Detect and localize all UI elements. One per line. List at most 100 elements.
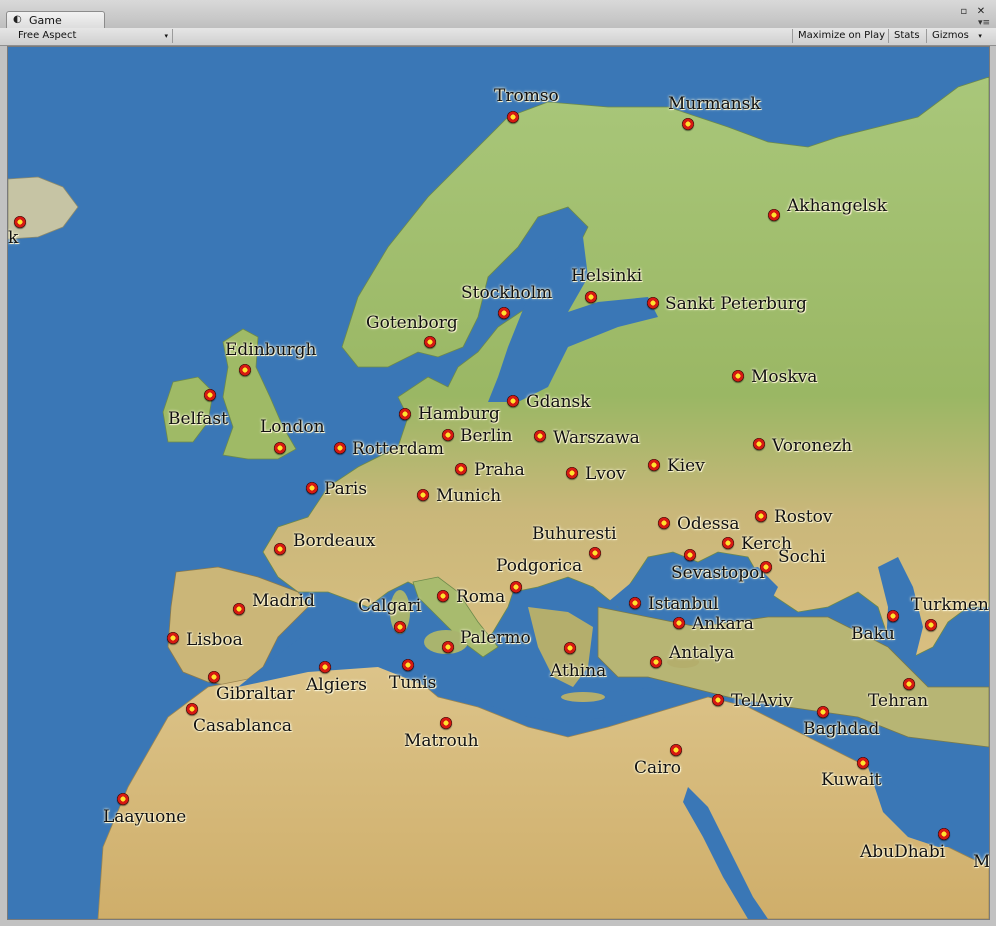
maximize-on-play-button[interactable]: Maximize on Play bbox=[792, 29, 890, 43]
city-marker-icon[interactable] bbox=[455, 463, 467, 475]
city-marker-icon[interactable] bbox=[712, 694, 724, 706]
city-marker-icon[interactable] bbox=[650, 656, 662, 668]
stats-button[interactable]: Stats bbox=[888, 29, 925, 43]
gizmos-button[interactable]: Gizmos ▾ bbox=[926, 29, 985, 43]
maximize-window-icon[interactable]: ▫ bbox=[957, 6, 971, 18]
city-label: Lvov bbox=[585, 464, 626, 484]
city-marker-icon[interactable] bbox=[647, 297, 659, 309]
city-label: Matrouh bbox=[404, 731, 479, 751]
city-marker-icon[interactable] bbox=[673, 617, 685, 629]
city-marker-icon[interactable] bbox=[274, 442, 286, 454]
city-marker-icon[interactable] bbox=[402, 659, 414, 671]
city-label: Tehran bbox=[868, 691, 929, 711]
city-marker-icon[interactable] bbox=[507, 111, 519, 123]
city-marker-icon[interactable] bbox=[722, 537, 734, 549]
city-label: AbuDhabi bbox=[860, 842, 946, 862]
city-marker-icon[interactable] bbox=[760, 561, 772, 573]
city-marker-icon[interactable] bbox=[534, 430, 546, 442]
city-marker-icon[interactable] bbox=[768, 209, 780, 221]
city-label: Akhangelsk bbox=[787, 196, 888, 216]
city-marker-icon[interactable] bbox=[417, 489, 429, 501]
city-label: Palermo bbox=[460, 628, 531, 648]
city-marker-icon[interactable] bbox=[670, 744, 682, 756]
land-crete bbox=[561, 692, 605, 702]
window-menu-icon[interactable]: ▾≡ bbox=[978, 18, 990, 28]
city-marker-icon[interactable] bbox=[399, 408, 411, 420]
city-label: Madrid bbox=[252, 591, 315, 611]
city-label: Buhuresti bbox=[532, 524, 617, 544]
city-marker-icon[interactable] bbox=[925, 619, 937, 631]
city-marker-icon[interactable] bbox=[589, 547, 601, 559]
city-label: Murmansk bbox=[668, 94, 761, 114]
city-label: Tromso bbox=[494, 86, 559, 106]
city-marker-icon[interactable] bbox=[903, 678, 915, 690]
city-label: Moskva bbox=[751, 367, 818, 387]
city-marker-icon[interactable] bbox=[306, 482, 318, 494]
city-label: Gibraltar bbox=[216, 684, 295, 704]
city-marker-icon[interactable] bbox=[658, 517, 670, 529]
city-marker-icon[interactable] bbox=[585, 291, 597, 303]
city-label: Kiev bbox=[667, 456, 705, 476]
city-marker-icon[interactable] bbox=[566, 467, 578, 479]
city-label: Turkmen bbox=[911, 595, 989, 615]
chevron-down-icon: ▾ bbox=[164, 32, 168, 40]
city-marker-icon[interactable] bbox=[204, 389, 216, 401]
city-label: Praha bbox=[474, 460, 525, 480]
city-label: Laayuone bbox=[103, 807, 187, 827]
city-label: Tunis bbox=[389, 673, 437, 693]
city-marker-icon[interactable] bbox=[648, 459, 660, 471]
city-marker-icon[interactable] bbox=[167, 632, 179, 644]
city-marker-icon[interactable] bbox=[732, 370, 744, 382]
game-viewport[interactable]: Tromso Murmansk Akhangelsk k Helsinki St… bbox=[7, 46, 990, 920]
city-marker-icon[interactable] bbox=[442, 641, 454, 653]
city-marker-icon[interactable] bbox=[424, 336, 436, 348]
city-label: Helsinki bbox=[571, 266, 643, 286]
city-marker-icon[interactable] bbox=[682, 118, 694, 130]
city-marker-icon[interactable] bbox=[817, 706, 829, 718]
aspect-dropdown[interactable]: Free Aspect ▾ bbox=[12, 29, 173, 43]
city-marker-icon[interactable] bbox=[233, 603, 245, 615]
city-marker-icon[interactable] bbox=[507, 395, 519, 407]
city-marker-icon[interactable] bbox=[887, 610, 899, 622]
city-marker-icon[interactable] bbox=[684, 549, 696, 561]
city-marker-icon[interactable] bbox=[319, 661, 331, 673]
city-marker-icon[interactable] bbox=[857, 757, 869, 769]
city-marker-icon[interactable] bbox=[938, 828, 950, 840]
city-label: Paris bbox=[324, 479, 368, 499]
game-toolbar: Free Aspect ▾ Maximize on Play Stats Giz… bbox=[0, 28, 996, 46]
city-label: London bbox=[260, 417, 325, 437]
city-marker-icon[interactable] bbox=[14, 216, 26, 228]
city-label: Podgorica bbox=[496, 556, 583, 576]
city-marker-icon[interactable] bbox=[239, 364, 251, 376]
city-label: TelAviv bbox=[731, 691, 793, 711]
city-label: Munich bbox=[436, 486, 502, 506]
city-label: Ankara bbox=[692, 614, 754, 634]
city-marker-icon[interactable] bbox=[753, 438, 765, 450]
tab-game-label: Game bbox=[29, 14, 62, 27]
city-marker-icon[interactable] bbox=[510, 581, 522, 593]
city-label: Baghdad bbox=[803, 719, 880, 739]
city-marker-icon[interactable] bbox=[394, 621, 406, 633]
city-marker-icon[interactable] bbox=[564, 642, 576, 654]
city-label: k bbox=[8, 228, 19, 248]
city-marker-icon[interactable] bbox=[629, 597, 641, 609]
city-marker-icon[interactable] bbox=[437, 590, 449, 602]
city-marker-icon[interactable] bbox=[208, 671, 220, 683]
city-marker-icon[interactable] bbox=[498, 307, 510, 319]
tab-bar: ◐ Game ▫ ✕ ▾≡ bbox=[0, 0, 996, 29]
city-label: Belfast bbox=[168, 409, 228, 429]
city-marker-icon[interactable] bbox=[117, 793, 129, 805]
gizmos-label: Gizmos bbox=[932, 30, 969, 41]
city-marker-icon[interactable] bbox=[334, 442, 346, 454]
city-label: Istanbul bbox=[648, 594, 719, 614]
close-window-icon[interactable]: ✕ bbox=[974, 6, 988, 18]
city-label: Berlin bbox=[460, 426, 513, 446]
city-label: Edinburgh bbox=[225, 340, 317, 360]
city-marker-icon[interactable] bbox=[755, 510, 767, 522]
city-marker-icon[interactable] bbox=[186, 703, 198, 715]
city-label: Athina bbox=[550, 661, 607, 681]
tab-game[interactable]: ◐ Game bbox=[6, 11, 105, 29]
city-marker-icon[interactable] bbox=[274, 543, 286, 555]
city-marker-icon[interactable] bbox=[440, 717, 452, 729]
city-label: Sochi bbox=[778, 547, 826, 567]
